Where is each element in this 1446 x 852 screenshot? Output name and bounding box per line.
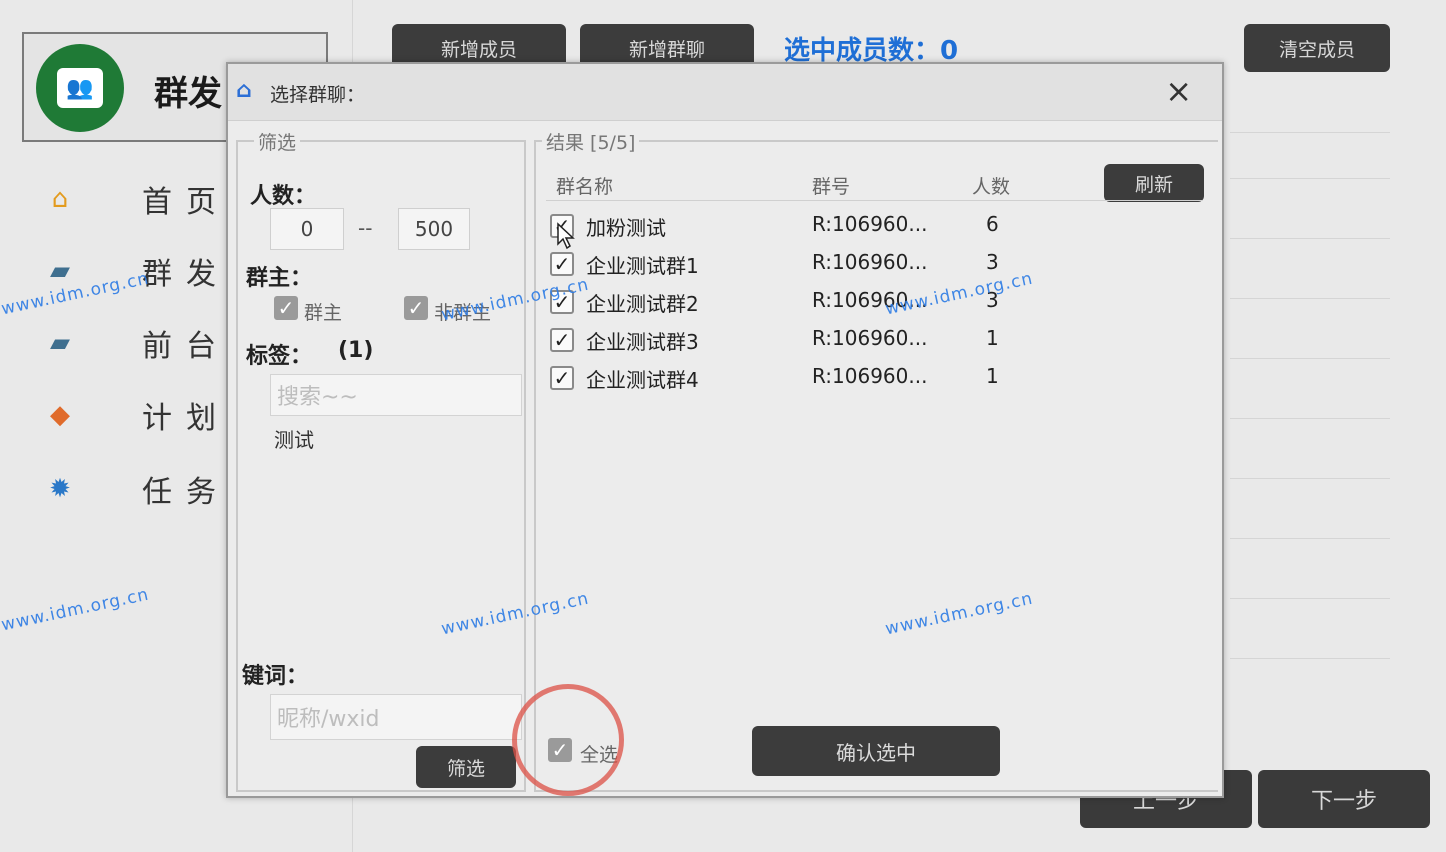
min-count-input[interactable]: 0	[270, 208, 344, 250]
filter-legend: 筛选	[254, 128, 301, 155]
table-row[interactable]: ✓ 加粉测试 R:106960... 6	[550, 208, 1150, 244]
divider	[1230, 132, 1390, 133]
close-icon[interactable]: ×	[1165, 72, 1192, 110]
people-count-label: 人数：	[250, 184, 317, 209]
divider	[1230, 178, 1390, 179]
divider	[1230, 418, 1390, 419]
tag-search-input[interactable]: 搜索~~	[270, 374, 522, 416]
app-logo: 👥	[36, 44, 124, 132]
group-id: R:106960...	[812, 326, 928, 350]
owner-checkbox[interactable]: ✓	[274, 296, 298, 320]
group-name: 企业测试群3	[586, 330, 699, 354]
sidebar-item-task[interactable]: ✹ 任务|	[40, 464, 254, 514]
dialog-title: 选择群聊：	[270, 84, 366, 106]
member-count: 1	[986, 364, 999, 388]
range-dash: --	[358, 216, 373, 240]
filter-button[interactable]: 筛选	[416, 746, 516, 788]
divider	[1230, 298, 1390, 299]
header-divider	[546, 200, 1202, 201]
divider	[1230, 598, 1390, 599]
row-checkbox[interactable]: ✓	[550, 328, 574, 352]
divider	[1230, 358, 1390, 359]
highlight-circle	[512, 684, 624, 796]
group-id: R:106960...	[812, 212, 928, 236]
table-row[interactable]: ✓ 企业测试群2 R:106960... 3	[550, 284, 1150, 320]
group-name: 企业测试群2	[586, 292, 699, 316]
divider	[1230, 238, 1390, 239]
tag-item[interactable]: 测试	[274, 424, 314, 453]
group-name: 加粉测试	[586, 216, 666, 240]
row-checkbox[interactable]: ✓	[550, 366, 574, 390]
table-row[interactable]: ✓ 企业测试群1 R:106960... 3	[550, 246, 1150, 282]
owner-option-label: 群主	[304, 302, 343, 324]
member-count: 6	[986, 212, 999, 236]
keyword-input[interactable]: 昵称/wxid	[270, 694, 522, 740]
wecom-icon: ⌂	[236, 78, 252, 103]
divider	[1230, 658, 1390, 659]
home-icon: ⌂	[51, 184, 69, 214]
max-count-input[interactable]: 500	[398, 208, 470, 250]
tags-count: (1)	[338, 338, 374, 363]
keyword-label: 键词：	[242, 664, 309, 689]
column-header-count: 人数	[972, 176, 1011, 198]
confirm-selection-button[interactable]: 确认选中	[752, 726, 1000, 776]
row-checkbox[interactable]: ✓	[550, 252, 574, 276]
group-id: R:106960...	[812, 250, 928, 274]
mouse-cursor-icon	[557, 222, 575, 250]
select-group-dialog: ⌂ 选择群聊： × 筛选 人数： 0 -- 500 群主： ✓ 群主 ✓ 非群主…	[226, 62, 1224, 798]
dialog-titlebar: ⌂ 选择群聊： ×	[228, 64, 1222, 121]
divider	[1230, 538, 1390, 539]
table-row[interactable]: ✓ 企业测试群3 R:106960... 1	[550, 322, 1150, 358]
member-count: 3	[986, 250, 999, 274]
owner-label: 群主：	[246, 266, 313, 291]
non-owner-checkbox[interactable]: ✓	[404, 296, 428, 320]
column-header-id: 群号	[812, 176, 851, 198]
member-count: 1	[986, 326, 999, 350]
results-legend: 结果 [5/5]	[542, 128, 640, 155]
stack-icon: ▰	[50, 328, 70, 358]
clear-members-button[interactable]: 清空成员	[1244, 24, 1390, 72]
next-step-button[interactable]: 下一步	[1258, 770, 1430, 828]
column-header-name: 群名称	[556, 176, 614, 198]
gear-icon: ✹	[49, 474, 71, 504]
refresh-button[interactable]: 刷新	[1104, 164, 1204, 202]
group-name: 企业测试群4	[586, 368, 699, 392]
app-title: 群发	[154, 74, 222, 114]
table-row[interactable]: ✓ 企业测试群4 R:106960... 1	[550, 360, 1150, 396]
chat-group-icon: 👥	[57, 68, 103, 108]
filter-panel: 筛选 人数： 0 -- 500 群主： ✓ 群主 ✓ 非群主 标签： (1) 搜…	[236, 128, 526, 792]
watermark: www.idm.org.cn	[0, 584, 151, 636]
package-icon: ◆	[50, 400, 70, 430]
group-name: 企业测试群1	[586, 254, 699, 278]
divider	[1230, 478, 1390, 479]
group-id: R:106960...	[812, 364, 928, 388]
tags-label: 标签：	[246, 344, 313, 369]
